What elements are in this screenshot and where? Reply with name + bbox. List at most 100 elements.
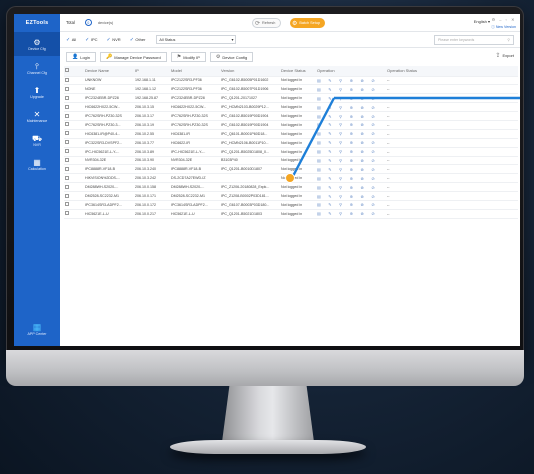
- cell-operation-icons[interactable]: ▤ ✎ ⚲ ⊕ ⊗ ⊘: [316, 209, 386, 219]
- row-checkbox[interactable]: [64, 182, 74, 193]
- cell-operation-icons[interactable]: ▤ ✎ ⚲ ⊕ ⊗ ⊘: [316, 93, 386, 104]
- cell-operation-icons[interactable]: ▤ ✎ ⚲ ⊕ ⊗ ⊘: [316, 191, 386, 201]
- row-checkbox[interactable]: [64, 191, 74, 201]
- cell-device-name: IPC2324EBR-DPZ28: [84, 93, 134, 104]
- cell-operation-icons[interactable]: ▤ ✎ ⚲ ⊕ ⊗ ⊘: [316, 182, 386, 193]
- row-checkbox[interactable]: [64, 93, 74, 104]
- device-config-label: Device Config: [222, 54, 248, 60]
- search-input[interactable]: Please enter keywords ⚲: [434, 35, 514, 45]
- header-version[interactable]: Version: [220, 66, 280, 77]
- sidebar-item-channel-cfg[interactable]: ⫯ Channel Cfg: [14, 56, 60, 80]
- header-device-status[interactable]: Device Status: [280, 66, 316, 77]
- export-button[interactable]: ⇪ Export: [495, 52, 514, 59]
- status-select[interactable]: All Status ▾: [156, 35, 237, 44]
- new-version-link[interactable]: ⓘ New Version: [491, 25, 516, 30]
- sidebar-item-upgrade[interactable]: ⬆ Upgrade: [14, 80, 60, 104]
- cell-operation-icons[interactable]: ▤ ✎ ⚲ ⊕ ⊗ ⊘: [316, 111, 386, 121]
- table-row[interactable]: HIC6381-IR@P40-4... 206.10.2.55 HIC6381-IR…: [64, 129, 518, 139]
- table-row[interactable]: HIC6622HX22-5CW... 206.10.3.15 HIC6622HX22…: [64, 102, 518, 113]
- cell-device-name: IPC322SR3-DVSPF2...: [84, 138, 134, 148]
- table-row[interactable]: IPC762SRH-PZ30-3... 206.10.3.19 IPC762SRH-…: [64, 120, 518, 130]
- table-row[interactable]: IPC3614SR3-ADPF2... 206.10.0.172 IPC3614SR…: [64, 200, 518, 210]
- manage-password-label: Manage Device Password: [114, 54, 161, 60]
- table-row[interactable]: UNKNOW 192.168.1.11 IPC2122SR3-PF36 IPC_G61…: [64, 76, 518, 86]
- sidebar-item-device-cfg[interactable]: ⚙ Device Cfg: [14, 32, 60, 56]
- filter-other-checkbox[interactable]: ✓ Other: [130, 37, 146, 43]
- row-checkbox[interactable]: [64, 147, 74, 157]
- device-config-button[interactable]: ⚙ Device Config: [209, 52, 254, 62]
- language-select[interactable]: English ▾: [474, 19, 490, 24]
- row-checkbox[interactable]: [64, 76, 74, 86]
- header-checkbox[interactable]: [64, 66, 74, 77]
- cell-operation-icons[interactable]: ▤ ✎ ⚲ ⊕ ⊗ ⊘: [316, 102, 386, 113]
- header-ip[interactable]: IP: [134, 66, 170, 77]
- cell-operation-icons[interactable]: ▤ ✎ ⚲ ⊕ ⊗ ⊘: [316, 120, 386, 130]
- cell-operation-icons[interactable]: ▤ ✎ ⚲ ⊕ ⊗ ⊘: [316, 76, 386, 86]
- table-row[interactable]: HIC5621E-L-U 206.10.0.217 HIC5621E-L-U IPC_…: [64, 209, 518, 219]
- table-row[interactable]: IPC2324EBR-DPZ28 192.168.25.87 IPC2324EBR-…: [64, 93, 518, 104]
- cell-version: IPC_Q1201-20171027: [220, 93, 280, 104]
- cell-operation-icons[interactable]: ▤ ✎ ⚲ ⊕ ⊗ ⊘: [316, 84, 386, 95]
- table-row[interactable]: IPC-HIC5621E-L-Y-... 206.10.3.89 IPC-HIC56…: [64, 147, 518, 157]
- login-button[interactable]: 👤 Login: [66, 52, 97, 62]
- sidebar-item-label: APP Center: [27, 331, 47, 336]
- row-checkbox[interactable]: [64, 138, 74, 148]
- cell-operation-icons[interactable]: ▤ ✎ ⚲ ⊕ ⊗ ⊘: [316, 164, 386, 175]
- sidebar-item-app-center[interactable]: ▦ APP Center: [14, 316, 60, 342]
- row-checkbox[interactable]: [64, 209, 74, 219]
- cell-operation-icons[interactable]: ▤ ✎ ⚲ ⊕ ⊗ ⊘: [316, 156, 386, 166]
- row-checkbox[interactable]: [64, 129, 74, 139]
- table-row[interactable]: IPC8888R-VF18-B 206.10.3.240 IPC8888R-VF18…: [64, 164, 518, 175]
- cell-device-name: HIC5621E-L-U: [84, 209, 134, 219]
- row-checkbox[interactable]: [64, 102, 74, 113]
- table-row[interactable]: NVR304-32E 206.10.3.90 NVR304-32E B3103P40 N…: [64, 156, 518, 166]
- cell-version: IPC_G6102-B5019P00D1904: [220, 111, 280, 121]
- sidebar-item-nvr[interactable]: ⛟ NVR: [14, 128, 60, 152]
- sidebar-item-calculation[interactable]: ▦ Calculation: [14, 152, 60, 176]
- sidebar-item-label: Channel Cfg: [27, 70, 47, 75]
- row-checkbox[interactable]: [64, 173, 74, 184]
- cell-operation-status: --: [386, 173, 518, 184]
- row-checkbox[interactable]: [64, 111, 74, 121]
- row-checkbox[interactable]: [64, 164, 74, 175]
- tools-icon: ✕: [33, 109, 41, 119]
- header-model[interactable]: Model: [170, 66, 220, 77]
- batch-setup-button[interactable]: ⚙ Batch Setup: [290, 18, 326, 28]
- cell-operation-icons[interactable]: ▤ ✎ ⚲ ⊕ ⊗ ⊘: [316, 147, 386, 157]
- row-checkbox[interactable]: [64, 156, 74, 166]
- login-label: Login: [80, 54, 91, 60]
- table-row[interactable]: IPC762SRH-PZ30-32S 206.10.3.17 IPC762SRH-P…: [64, 111, 518, 121]
- sidebar-item-label: Maintenance: [26, 118, 48, 123]
- cell-operation-icons[interactable]: ▤ ✎ ⚲ ⊕ ⊗ ⊘: [316, 173, 386, 184]
- header-device-name[interactable]: Device Name: [84, 66, 134, 77]
- refresh-button[interactable]: ⟳ Refresh: [252, 18, 282, 28]
- row-checkbox[interactable]: [64, 120, 74, 130]
- filter-nvr-checkbox[interactable]: ✓ NVR: [107, 37, 121, 43]
- cell-model: IPC3614SR3-ADPF2...: [170, 200, 220, 210]
- cell-ip: 206.10.0.158: [134, 182, 170, 193]
- manage-password-button[interactable]: 🔑 Manage Device Password: [100, 52, 167, 62]
- table-row[interactable]: DM288WH-S2020-... 206.10.0.158 DM288WH-S20…: [64, 182, 518, 193]
- cell-version: B3103P40: [220, 156, 280, 166]
- filter-ipc-checkbox[interactable]: ✓ IPC: [85, 37, 97, 43]
- row-checkbox[interactable]: [64, 200, 74, 210]
- cell-ip: 206.10.3.19: [134, 120, 170, 130]
- table-row[interactable]: DM2528-SC2232-M1 206.10.0.171 DM2528-SC223…: [64, 191, 518, 201]
- table-row[interactable]: HIKVISION%2DDS-... 206.10.3.242 DS-2CD7A27…: [64, 173, 518, 184]
- window-controls[interactable]: ⚙ – ▫ ✕: [492, 17, 516, 22]
- cell-operation-icons[interactable]: ▤ ✎ ⚲ ⊕ ⊗ ⊘: [316, 129, 386, 139]
- row-checkbox[interactable]: [64, 84, 74, 95]
- cell-operation-status: --: [386, 93, 518, 104]
- sidebar-item-maintenance[interactable]: ✕ Maintenance: [14, 104, 60, 128]
- cell-device-name: HIC6622HX22-5CW...: [84, 102, 134, 113]
- filter-all-checkbox[interactable]: ✓ All: [66, 37, 76, 43]
- table-row[interactable]: IPC322SR3-DVSPF2... 206.10.3.77 HIC6622-IR…: [64, 138, 518, 148]
- modify-ip-button[interactable]: ⚑ Modify IP: [170, 52, 206, 62]
- table-row[interactable]: NONE 192.168.1.12 IPC2122SR3-PF36 IPC_G6102…: [64, 84, 518, 95]
- cell-model: IPC2324EBR-DPZ28: [170, 93, 220, 104]
- cell-device-status: Not logged in: [280, 209, 316, 219]
- batch-label: Batch Setup: [299, 21, 321, 25]
- monitor-stand-neck: [222, 386, 314, 442]
- cell-operation-icons[interactable]: ▤ ✎ ⚲ ⊕ ⊗ ⊘: [316, 138, 386, 148]
- cell-operation-icons[interactable]: ▤ ✎ ⚲ ⊕ ⊗ ⊘: [316, 200, 386, 210]
